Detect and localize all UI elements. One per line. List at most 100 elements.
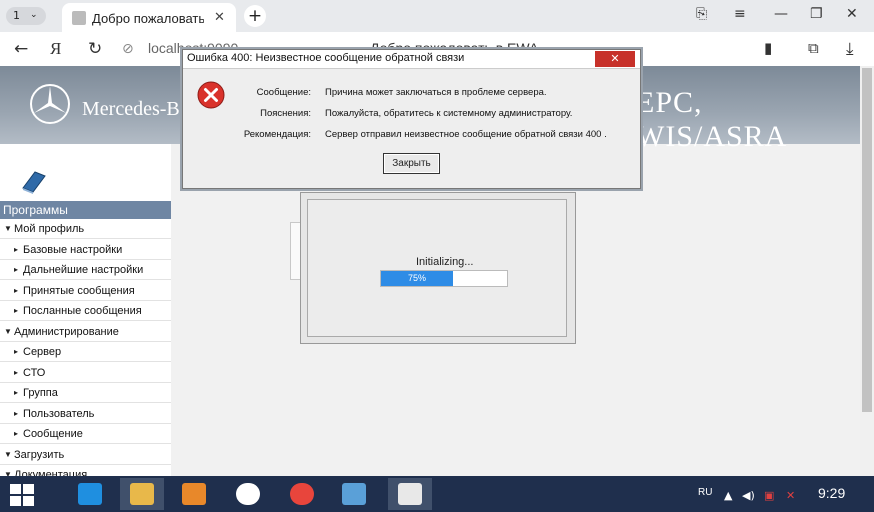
bookmark-icon[interactable]: ▮ — [764, 39, 772, 57]
close-window-icon[interactable]: ✕ — [846, 6, 858, 22]
bullet-arrow-icon: ▸ — [14, 285, 19, 295]
progress-bar: 75% — [380, 270, 508, 287]
bullet-arrow-icon: ▸ — [14, 244, 19, 254]
sidebar-item[interactable]: ▸ Посланные сообщения — [0, 301, 171, 321]
favicon-icon — [72, 11, 86, 25]
sidebar-item[interactable]: ▸ Дальнейшие настройки — [0, 260, 171, 280]
sidebar: Программы ▼ Мой профиль ▸ Базовые настройки… — [0, 144, 171, 476]
bullet-arrow-icon: ▸ — [14, 347, 19, 356]
taskbar-media-player-button[interactable] — [172, 478, 216, 510]
minimize-icon[interactable]: — — [774, 6, 788, 22]
sidebar-item-label: Администрирование — [14, 325, 119, 338]
file-explorer-icon — [130, 483, 154, 505]
collections-icon[interactable]: ⧉ — [808, 39, 819, 57]
close-button[interactable]: Закрыть — [383, 153, 440, 174]
tray-expand-icon[interactable]: ▲ — [724, 489, 732, 502]
message-label: Сообщение: — [256, 87, 311, 98]
internet-explorer-icon — [78, 483, 102, 505]
expand-arrow-icon: ▼ — [4, 449, 12, 459]
sidebar-item[interactable]: ▸ Сообщение — [0, 424, 171, 444]
taskbar-file-explorer-button[interactable] — [120, 478, 164, 510]
close-tab-icon[interactable]: ✕ — [214, 9, 225, 25]
sidebar-item[interactable]: ▼ Администрирование — [0, 322, 171, 342]
sidebar-item[interactable]: ▸ Пользователь — [0, 404, 171, 424]
dialog-titlebar[interactable]: Ошибка 400: Неизвестное сообщение обратн… — [183, 50, 640, 69]
brand-name: Mercedes-Benz — [82, 98, 182, 120]
notification-icon[interactable]: ✕ — [786, 489, 795, 502]
bullet-arrow-icon: ▸ — [14, 265, 19, 274]
loading-panel-inner: Initializing... 75% — [307, 199, 567, 337]
restore-icon[interactable]: ❐ — [810, 6, 823, 22]
expand-arrow-icon: ▼ — [4, 224, 12, 233]
sidebar-item[interactable]: ▼ Документация — [0, 465, 171, 476]
volume-icon[interactable]: ◀) — [742, 489, 755, 502]
new-tab-button[interactable]: + — [244, 5, 266, 27]
taskbar: RU ▲ ◀) ▣ ✕ 9:29 — [0, 476, 874, 512]
clock[interactable]: 9:29 — [818, 485, 845, 501]
sidebar-item-label: Базовые настройки — [23, 243, 123, 256]
expand-arrow-icon: ▼ — [4, 470, 12, 476]
taskbar-control-panel-button[interactable] — [332, 478, 376, 510]
sidebar-item[interactable]: ▼ Загрузить — [0, 445, 171, 465]
book-icon — [22, 171, 46, 194]
sidebar-item[interactable]: ▸ Сервер — [0, 342, 171, 362]
sidebar-item-label: Принятые сообщения — [23, 284, 135, 297]
network-icon[interactable]: ▣ — [764, 489, 774, 502]
progress-fill: 75% — [381, 271, 453, 286]
sidebar-item-label: Мой профиль — [14, 223, 85, 235]
explanation-label: Пояснения: — [260, 108, 311, 119]
reload-icon[interactable]: ↻ — [88, 39, 102, 59]
download-icon[interactable]: ⤓ — [846, 39, 854, 59]
expand-arrow-icon: ▼ — [4, 326, 12, 336]
dialog-close-button[interactable]: ✕ — [595, 51, 635, 67]
taskbar-yandex-browser-button[interactable] — [226, 478, 270, 510]
bullet-arrow-icon: ▸ — [14, 306, 19, 315]
java-icon — [398, 483, 422, 505]
sidebar-item[interactable]: ▸ Принятые сообщения — [0, 281, 171, 301]
taskbar-java-button[interactable] — [388, 478, 432, 510]
sidebar-item-label: Сообщение — [23, 428, 83, 440]
sidebar-item-label: Пользователь — [23, 407, 95, 420]
bullet-arrow-icon: ▸ — [14, 408, 19, 418]
mercedes-star-icon — [30, 84, 70, 124]
recommendation-value: Сервер отправил неизвестное сообщение об… — [325, 129, 607, 140]
initializing-label: Initializing... — [416, 256, 474, 268]
recommendation-label: Рекомендация: — [243, 129, 311, 140]
chevron-down-icon: ⌄ — [30, 10, 38, 20]
yandex-icon[interactable]: Я — [50, 39, 61, 59]
chrome-icon — [290, 483, 314, 505]
taskbar-chrome-button[interactable] — [280, 478, 324, 510]
sidebar-item[interactable]: ▼ Мой профиль — [0, 219, 171, 239]
sidebar-item-label: Документация — [14, 469, 88, 476]
control-panel-icon — [342, 483, 366, 505]
sidebar-item-label: Посланные сообщения — [23, 305, 142, 317]
sidebar-item[interactable]: ▸ Базовые настройки — [0, 240, 171, 260]
dialog-body: Сообщение: Причина может заключаться в п… — [183, 69, 640, 188]
tab-count-button[interactable]: 1 ⌄ — [6, 7, 46, 25]
yandex-browser-icon — [236, 483, 260, 505]
sidebar-item[interactable]: ▸ СТО — [0, 363, 171, 383]
sidebar-item-label: СТО — [23, 366, 46, 379]
browser-tab[interactable]: Добро пожаловать в EWA ✕ — [62, 3, 236, 32]
tab-count: 1 — [13, 9, 20, 22]
app-title: EPC, WIS/ASRA — [636, 86, 788, 153]
sidebar-item[interactable]: ▸ Группа — [0, 383, 171, 403]
sidebar-item-label: Сервер — [23, 346, 62, 358]
back-icon[interactable]: ← — [14, 39, 28, 59]
sidebar-item-label: Дальнейшие настройки — [23, 264, 144, 276]
tab-title: Добро пожаловать в EWA — [92, 11, 204, 26]
sidebar-header: Программы — [0, 201, 171, 219]
windows-start-icon[interactable] — [10, 484, 34, 506]
menu-icon[interactable]: ≡ — [734, 6, 746, 22]
bullet-arrow-icon: ▸ — [14, 388, 19, 397]
browser-tab-strip: 1 ⌄ Добро пожаловать в EWA ✕ + ⎘ ≡ — ❐ ✕ — [0, 0, 874, 32]
language-indicator[interactable]: RU — [698, 487, 712, 498]
bullet-arrow-icon: ▸ — [14, 367, 19, 377]
taskbar-internet-explorer-button[interactable] — [68, 478, 112, 510]
scrollbar-thumb[interactable] — [862, 68, 872, 412]
loading-panel: Initializing... 75% — [300, 192, 576, 344]
bookmarks-icon[interactable]: ⎘ — [696, 6, 707, 22]
page-scrollbar[interactable] — [860, 66, 874, 476]
site-info-icon[interactable]: ⊘ — [122, 41, 134, 57]
error-dialog: Ошибка 400: Неизвестное сообщение обратн… — [182, 49, 641, 189]
